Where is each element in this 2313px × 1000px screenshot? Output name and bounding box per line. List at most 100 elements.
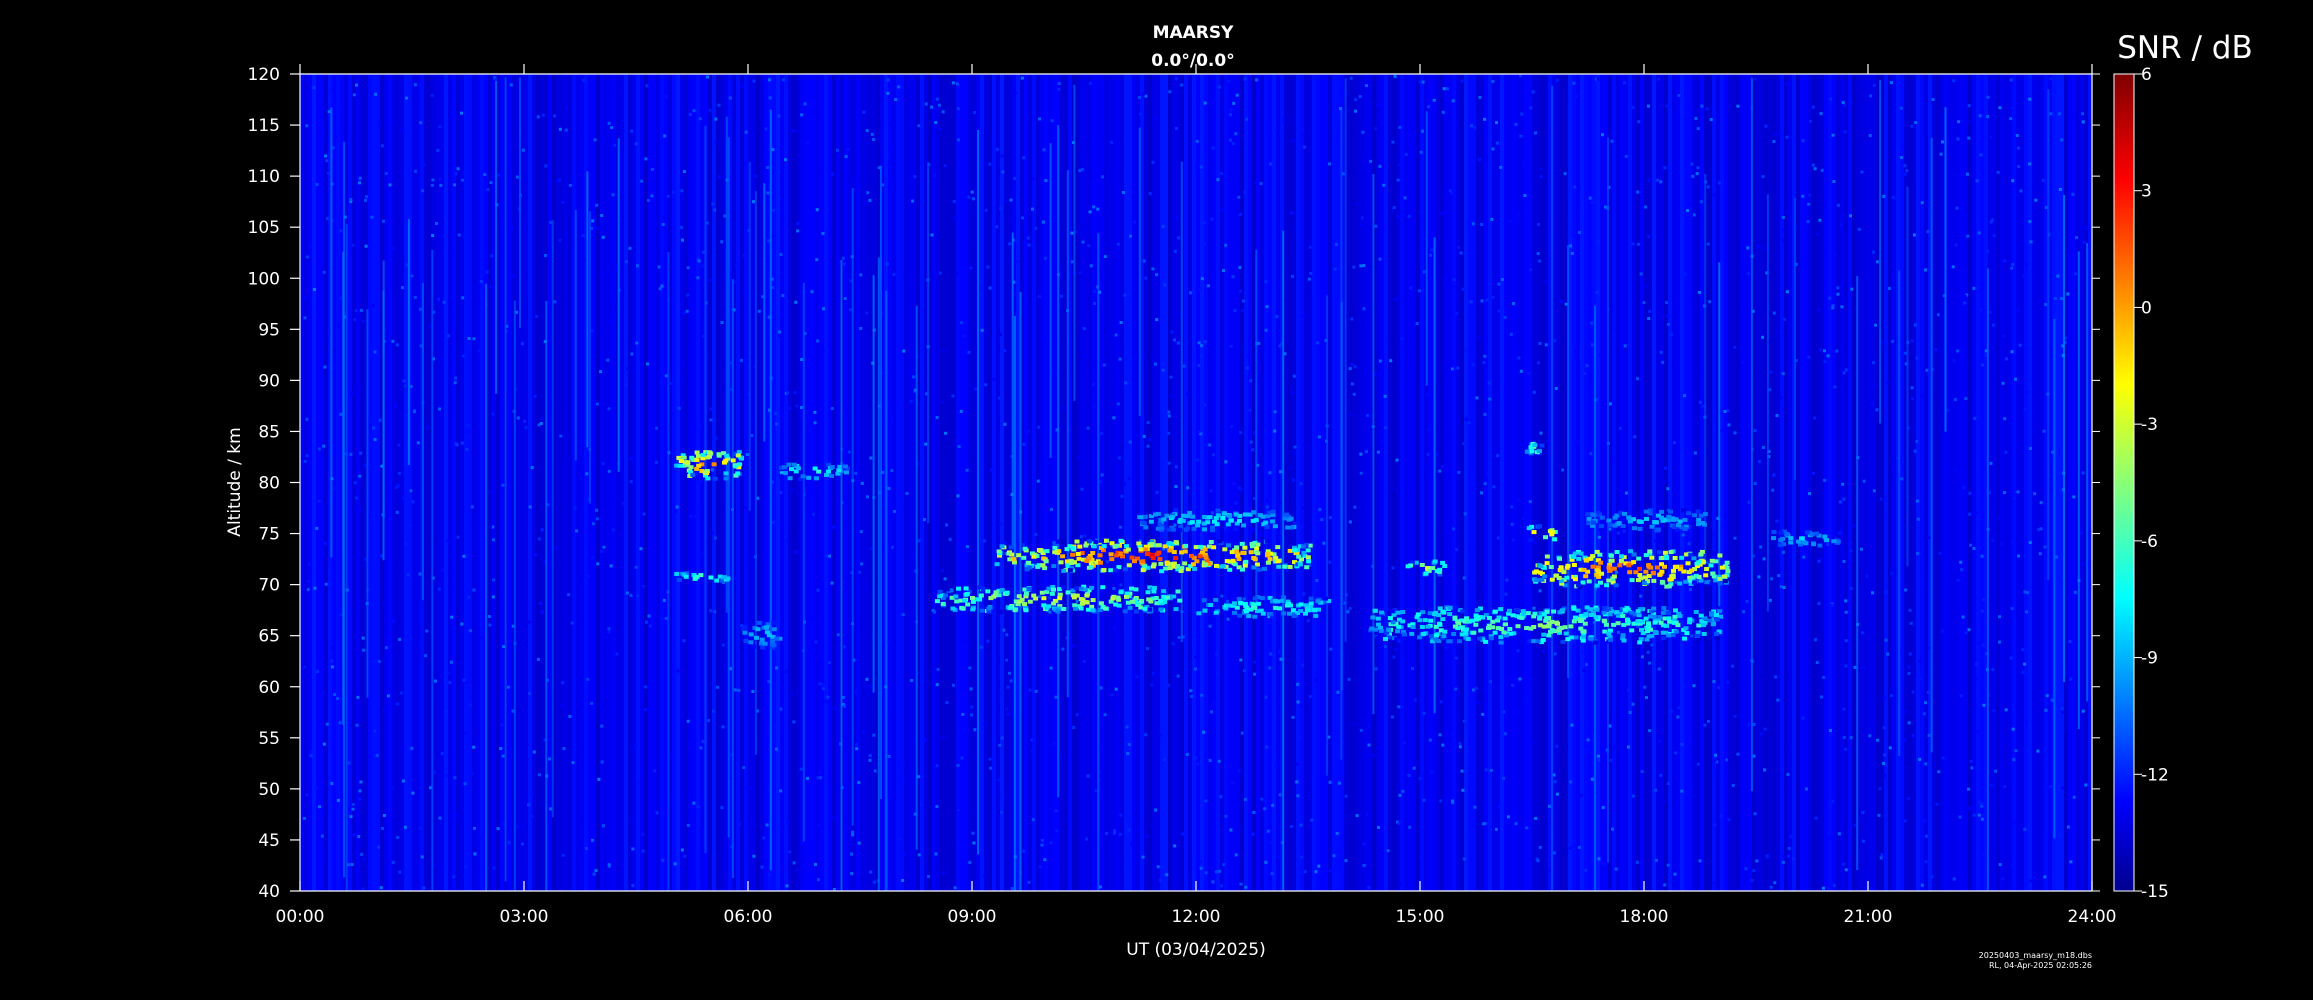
- noise-speckle: [614, 267, 618, 271]
- noise-speckle: [1480, 223, 1484, 226]
- noise-speckle: [1093, 404, 1096, 408]
- noise-speckle: [464, 865, 468, 869]
- noise-column: [1996, 74, 2000, 891]
- noise-speckle: [844, 155, 848, 159]
- noise-speckle: [359, 308, 363, 312]
- noise-speckle: [1458, 741, 1462, 745]
- noise-speckle: [890, 469, 894, 472]
- noise-speckle: [411, 500, 415, 504]
- noise-speckle: [1276, 855, 1280, 859]
- noise-speckle: [1505, 578, 1509, 582]
- noise-speckle: [532, 750, 536, 754]
- noise-speckle: [1907, 797, 1911, 800]
- noise-speckle: [935, 805, 939, 809]
- noise-speckle: [352, 93, 356, 97]
- noise-speckle: [758, 615, 762, 619]
- noise-speckle: [986, 639, 990, 643]
- noise-speckle: [1427, 727, 1431, 730]
- echo-cell: [1265, 551, 1271, 556]
- noise-speckle: [496, 827, 500, 831]
- noise-speckle: [1316, 341, 1320, 345]
- noise-speckle: [1401, 789, 1405, 793]
- noise-speckle: [772, 208, 776, 212]
- noise-speckle: [544, 164, 548, 168]
- echo-cell: [1292, 548, 1298, 553]
- noise-speckle: [836, 633, 840, 637]
- noise-speckle: [912, 558, 916, 562]
- noise-speckle: [850, 852, 853, 856]
- noise-speckle: [1665, 104, 1669, 108]
- noise-speckle: [794, 869, 798, 873]
- echo-cell: [1665, 610, 1671, 615]
- noise-speckle: [1291, 274, 1294, 278]
- noise-speckle: [1572, 81, 1576, 85]
- noise-speckle: [1043, 503, 1047, 507]
- noise-speckle: [624, 383, 628, 387]
- echo-cell: [1590, 564, 1596, 569]
- noise-speckle: [325, 722, 329, 726]
- noise-speckle: [1951, 569, 1955, 573]
- noise-speckle: [660, 284, 664, 288]
- noise-speckle: [1190, 695, 1194, 698]
- noise-speckle: [1725, 758, 1728, 762]
- noise-column: [776, 74, 780, 891]
- echo-cell: [1133, 609, 1139, 614]
- echo-cell: [1159, 569, 1165, 574]
- echo-cell: [1576, 556, 1582, 561]
- echo-cell: [1153, 596, 1159, 600]
- echo-cell: [1668, 509, 1673, 514]
- noise-speckle: [1753, 481, 1757, 485]
- echo-cell: [685, 460, 691, 465]
- colorbar-tick-label: -15: [2141, 882, 2169, 902]
- noise-speckle: [1353, 365, 1357, 369]
- echo-cell: [1645, 629, 1651, 634]
- echo-cell: [1220, 516, 1226, 520]
- noise-speckle: [305, 454, 309, 458]
- noise-column: [372, 74, 376, 891]
- noise-speckle: [302, 816, 306, 820]
- noise-speckle: [1661, 799, 1665, 803]
- noise-speckle: [1075, 713, 1079, 717]
- noise-speckle: [607, 121, 611, 125]
- noise-column: [2028, 74, 2032, 891]
- noise-speckle: [317, 447, 321, 451]
- noise-speckle: [1966, 121, 1969, 125]
- noise-speckle: [1224, 460, 1228, 464]
- noise-speckle: [1464, 348, 1468, 352]
- echo-cell: [1612, 515, 1618, 520]
- noise-speckle: [2069, 677, 2073, 681]
- noise-speckle: [1227, 79, 1231, 83]
- noise-speckle: [1471, 688, 1475, 692]
- echo-cell: [1074, 593, 1080, 598]
- noise-speckle: [1844, 747, 1847, 751]
- noise-speckle: [1185, 392, 1189, 396]
- noise-speckle: [1278, 344, 1282, 348]
- echo-cell: [1129, 586, 1134, 591]
- echo-cell: [1259, 596, 1265, 600]
- noise-speckle: [524, 793, 528, 797]
- noise-speckle: [1601, 862, 1605, 866]
- noise-speckle: [395, 510, 399, 514]
- echo-cell: [677, 463, 683, 468]
- noise-speckle: [710, 531, 714, 535]
- echo-cell: [1379, 610, 1384, 615]
- noise-speckle: [1530, 740, 1534, 744]
- noise-speckle: [540, 416, 544, 420]
- noise-streak: [330, 107, 333, 558]
- echo-cell: [1052, 545, 1058, 550]
- echo-cell: [1722, 574, 1727, 579]
- noise-speckle: [962, 334, 966, 338]
- echo-cell: [1714, 617, 1720, 622]
- noise-column: [844, 74, 848, 891]
- noise-speckle: [1538, 589, 1542, 593]
- noise-speckle: [1129, 234, 1133, 238]
- noise-speckle: [1517, 356, 1521, 360]
- noise-speckle: [924, 442, 928, 446]
- noise-speckle: [1034, 227, 1038, 231]
- noise-speckle: [1408, 825, 1412, 829]
- echo-cell: [1158, 607, 1164, 612]
- noise-speckle: [629, 593, 633, 597]
- noise-speckle: [579, 366, 583, 370]
- noise-speckle: [1265, 305, 1269, 309]
- noise-speckle: [828, 554, 831, 558]
